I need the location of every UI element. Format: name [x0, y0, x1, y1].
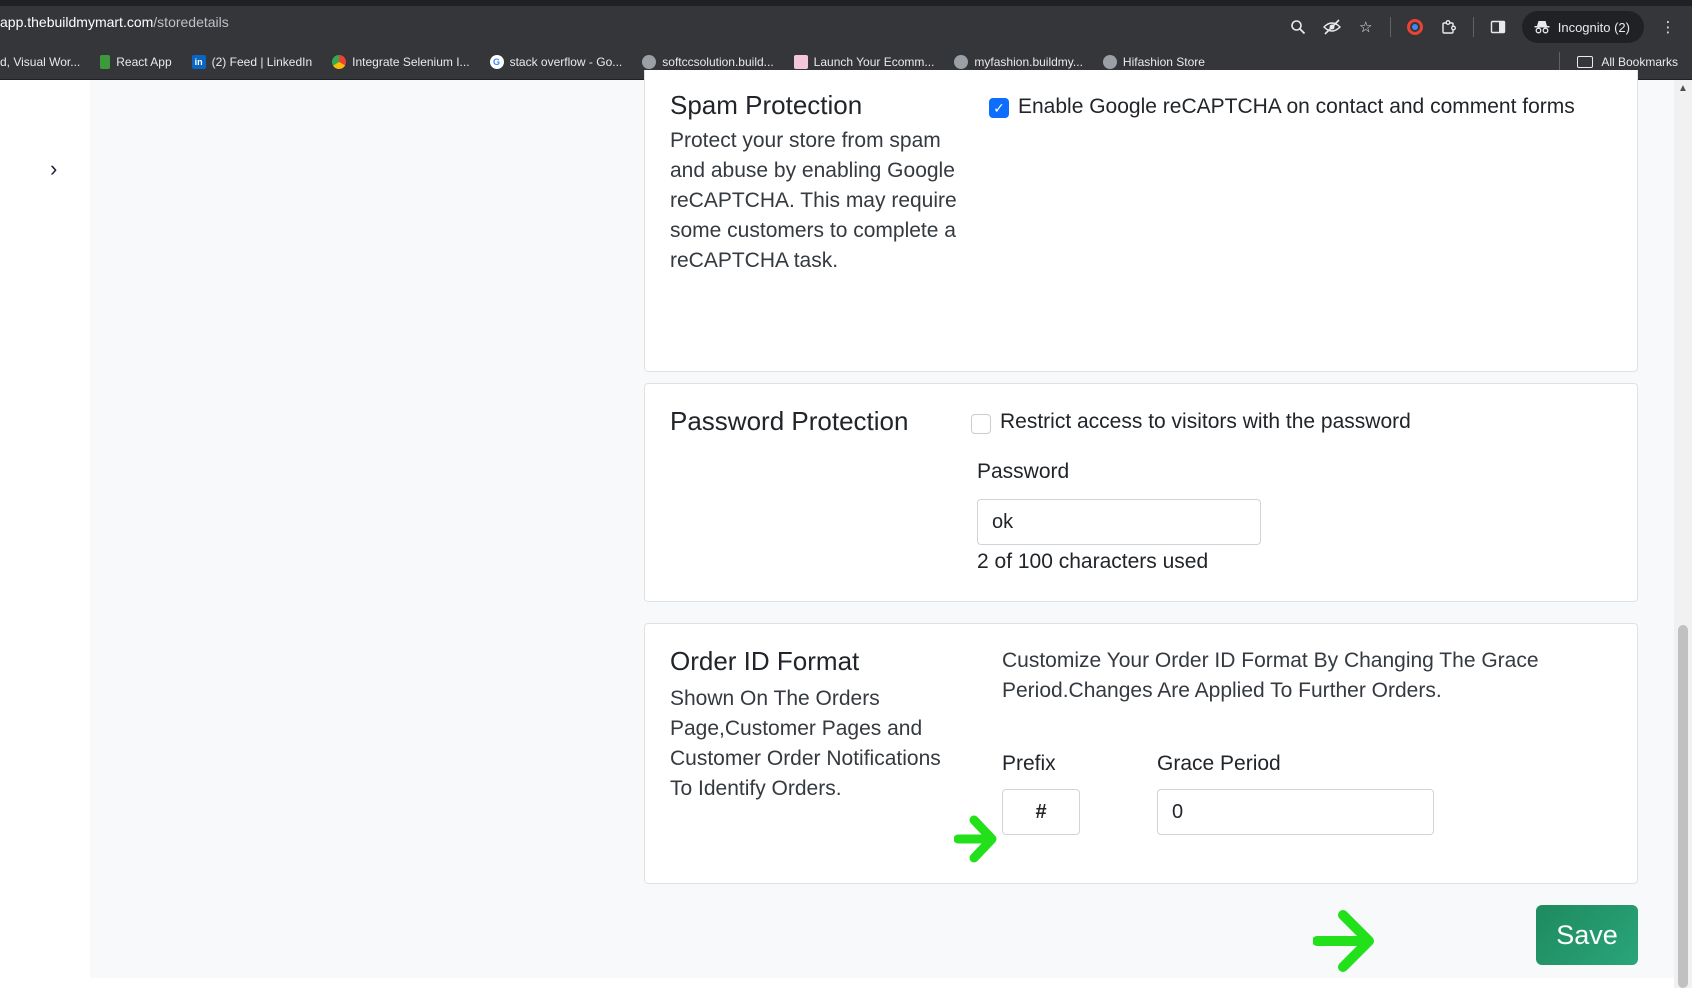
toolbar-divider	[1472, 17, 1474, 37]
bookmarks-divider	[1559, 52, 1560, 72]
bookmark-item[interactable]: myfashion.buildmy...	[954, 55, 1083, 69]
toolbar-divider	[1389, 17, 1391, 37]
linkedin-icon: in	[191, 55, 206, 69]
prefix-label: Prefix	[1002, 752, 1056, 775]
bookmark-item[interactable]: Launch Your Ecomm...	[793, 55, 935, 69]
bookmark-item[interactable]: G stack overflow - Go...	[489, 55, 623, 69]
bookmark-label: (2) Feed | LinkedIn	[211, 55, 313, 69]
order-id-format-card: Order ID Format Shown On The Orders Page…	[644, 623, 1638, 884]
main-content: Spam Protection Protect your store from …	[624, 70, 1674, 965]
recaptcha-checkbox[interactable]: ✓	[989, 98, 1009, 118]
scroll-thumb[interactable]	[1678, 625, 1688, 988]
password-protection-title: Password Protection	[670, 406, 909, 436]
globe-icon	[642, 55, 657, 69]
password-field-label: Password	[977, 460, 1070, 483]
chrome-icon	[332, 55, 347, 69]
bookmark-item[interactable]: in (2) Feed | LinkedIn	[191, 55, 313, 69]
zoom-icon[interactable]	[1288, 17, 1308, 37]
scroll-up-arrow-icon[interactable]: ▲	[1678, 83, 1688, 94]
spam-protection-description: Protect your store from spam and abuse b…	[670, 129, 957, 272]
settings-nav-area	[90, 80, 624, 978]
order-id-format-title: Order ID Format	[670, 646, 860, 676]
annotation-arrow-icon	[1312, 908, 1377, 984]
bookmark-label: Launch Your Ecomm...	[813, 55, 935, 69]
star-icon[interactable]: ☆	[1356, 17, 1376, 37]
eye-off-icon[interactable]	[1322, 17, 1342, 37]
restrict-access-checkbox[interactable]	[971, 414, 991, 434]
password-protection-card: Password Protection Restrict access to v…	[644, 383, 1638, 602]
url-path: /storedetails	[153, 14, 229, 30]
grace-period-input[interactable]: 0	[1157, 789, 1434, 835]
color-extension-icon[interactable]	[1405, 17, 1425, 37]
bookmark-label: React App	[116, 55, 172, 69]
password-input[interactable]: ok	[977, 499, 1261, 545]
browser-toolbar: app.thebuildmymart.com/storedetails ☆ In…	[0, 0, 1692, 44]
globe-icon	[954, 55, 969, 69]
spam-protection-title: Spam Protection	[670, 90, 863, 120]
side-panel-icon[interactable]	[1488, 17, 1508, 37]
bookmark-item[interactable]: Hifashion Store	[1102, 55, 1205, 69]
bookmark-item[interactable]: React App	[100, 55, 172, 69]
sidebar: ›	[0, 80, 90, 988]
page-scrollbar[interactable]: ▲	[1674, 80, 1692, 988]
bookmark-label: stack overflow - Go...	[509, 55, 623, 69]
incognito-label: Incognito (2)	[1557, 19, 1630, 35]
restrict-access-label: Restrict access to visitors with the pas…	[1000, 410, 1411, 433]
spam-protection-card: Spam Protection Protect your store from …	[644, 70, 1638, 372]
annotation-arrow-icon	[953, 812, 1000, 876]
react-app-icon	[100, 55, 111, 69]
bookmark-item[interactable]: softccsolution.build...	[642, 55, 774, 69]
page-footer	[90, 978, 1674, 988]
bookmark-label: myfashion.buildmy...	[974, 55, 1083, 69]
recaptcha-checkbox-label: Enable Google reCAPTCHA on contact and c…	[1018, 95, 1575, 118]
bookmark-label: softccsolution.build...	[662, 55, 774, 69]
url-host: app.thebuildmymart.com	[0, 14, 154, 30]
password-char-count: 2 of 100 characters used	[977, 550, 1209, 573]
order-id-format-description: Shown On The Orders Page,Customer Pages …	[670, 687, 941, 800]
folder-icon	[1577, 56, 1594, 68]
extensions-puzzle-icon[interactable]	[1439, 17, 1459, 37]
grace-period-label: Grace Period	[1157, 752, 1281, 775]
bookmark-label: d, Visual Wor...	[0, 55, 81, 69]
bookmark-label: Hifashion Store	[1122, 55, 1205, 69]
bookmark-item[interactable]: d, Visual Wor...	[0, 55, 80, 69]
save-button[interactable]: Save	[1536, 905, 1638, 965]
order-id-format-info: Customize Your Order ID Format By Changi…	[1002, 649, 1539, 702]
all-bookmarks-label: All Bookmarks	[1601, 55, 1678, 69]
globe-icon	[1102, 55, 1117, 69]
bookmark-label: Integrate Selenium I...	[352, 55, 470, 69]
toolbar-icons: ☆ Incognito (2) ⋮	[1288, 11, 1678, 43]
shop-icon	[793, 55, 808, 69]
more-menu-icon[interactable]: ⋮	[1658, 17, 1678, 37]
address-bar[interactable]: app.thebuildmymart.com/storedetails	[0, 14, 229, 30]
google-icon: G	[489, 55, 504, 69]
incognito-icon	[1534, 21, 1550, 34]
prefix-input[interactable]: #	[1002, 789, 1080, 835]
chevron-right-icon[interactable]: ›	[50, 156, 57, 182]
incognito-badge[interactable]: Incognito (2)	[1521, 11, 1644, 43]
bookmark-item[interactable]: Integrate Selenium I...	[332, 55, 470, 69]
